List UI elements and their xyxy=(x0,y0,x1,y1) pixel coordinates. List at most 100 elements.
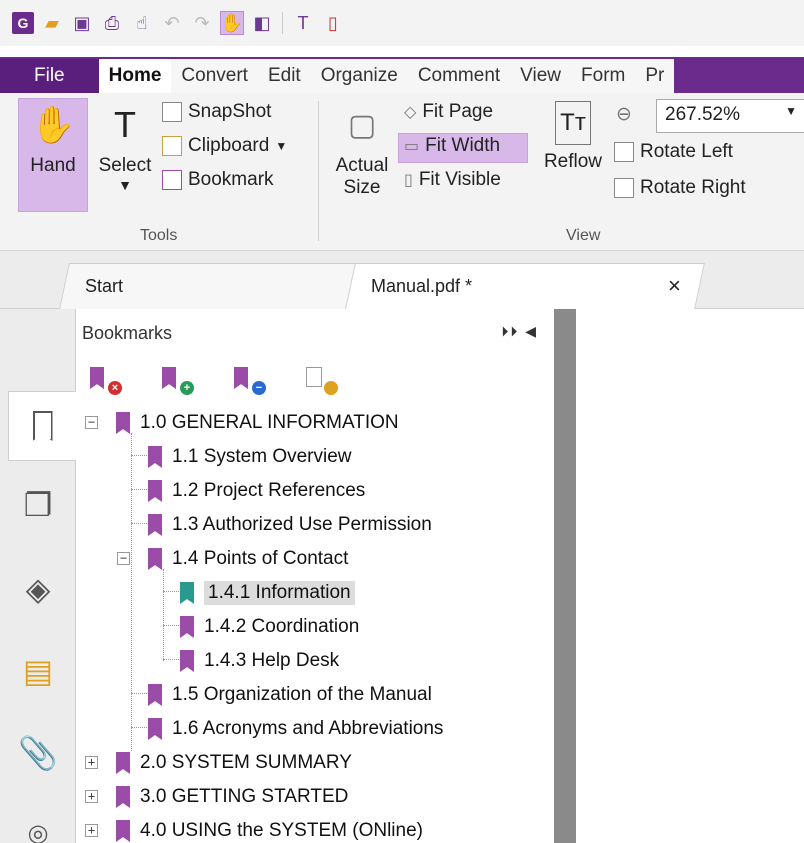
fit-width-button[interactable]: ▭ Fit Width xyxy=(404,135,500,157)
tree-connector xyxy=(163,625,179,626)
tab-edit[interactable]: Edit xyxy=(257,59,311,93)
select-text-icon[interactable]: T xyxy=(291,11,315,35)
undo-icon[interactable]: ↶ xyxy=(160,11,184,35)
pages-panel-icon[interactable]: ❐ xyxy=(14,481,62,529)
hand-dropdown-icon[interactable]: ☝ xyxy=(130,11,154,35)
bookmark-item[interactable]: 1.0 GENERAL INFORMATION xyxy=(116,407,399,439)
select-button[interactable]: T Select ▼ xyxy=(92,101,158,193)
bookmark-label: 1.6 Acronyms and Abbreviations xyxy=(172,718,444,739)
bookmark-item[interactable]: 1.4.2 Coordination xyxy=(180,611,359,643)
bookmark-label: Bookmark xyxy=(188,169,274,190)
zoom-select[interactable]: 267.52% ▼ xyxy=(656,99,804,133)
actual-size-icon: ▢ xyxy=(347,108,377,142)
collapse-toggle[interactable]: − xyxy=(117,552,130,565)
tab-home[interactable]: Home xyxy=(98,59,172,93)
chevron-down-icon: ▼ xyxy=(785,104,797,118)
close-icon[interactable]: × xyxy=(668,264,681,308)
document-view[interactable] xyxy=(576,309,804,843)
tree-connector xyxy=(131,523,147,524)
fit-page-icon: ◇ xyxy=(404,104,417,121)
panel-collapse-controls[interactable]: ⏵⏵ ◀ xyxy=(501,323,538,340)
tree-connector xyxy=(131,433,132,751)
bookmark-item[interactable]: 2.0 SYSTEM SUMMARY xyxy=(116,747,352,779)
tab-manual[interactable]: Manual.pdf * × xyxy=(345,263,705,309)
clipboard-button[interactable]: Clipboard ▼ xyxy=(162,135,287,157)
fit-page-button[interactable]: ◇ Fit Page xyxy=(404,101,493,123)
zoom-value: 267.52% xyxy=(665,104,741,125)
rotate-right-button[interactable]: Rotate Right xyxy=(614,177,746,199)
bookmarks-panel-icon[interactable] xyxy=(8,391,76,461)
fit-visible-label: Fit Visible xyxy=(418,169,501,190)
tab-convert[interactable]: Convert xyxy=(171,59,258,93)
tree-connector xyxy=(131,693,147,694)
bookmark-item[interactable]: 1.6 Acronyms and Abbreviations xyxy=(148,713,443,745)
tab-file[interactable]: File xyxy=(0,59,99,93)
open-folder-icon[interactable]: ▰ xyxy=(40,11,64,35)
tree-connector xyxy=(131,489,147,490)
hand-button[interactable]: ✋ Hand xyxy=(18,101,88,177)
layers-panel-icon[interactable]: ◈ xyxy=(14,565,62,613)
bookmark-icon xyxy=(116,820,130,842)
quick-access-toolbar: G ▰ ▣ ⎙ ☝ ↶ ↷ ✋ ◧ T ▯ xyxy=(0,0,804,46)
tab-organize[interactable]: Organize xyxy=(310,59,408,93)
hand-tool-icon[interactable]: ✋ xyxy=(220,11,244,35)
bookmark-label: 1.5 Organization of the Manual xyxy=(172,684,432,705)
bookmark-item[interactable]: 1.2 Project References xyxy=(148,475,365,507)
bookmark-label: 1.4.2 Coordination xyxy=(204,616,360,637)
new-doc-icon[interactable]: ▯ xyxy=(321,11,345,35)
bookmark-icon xyxy=(162,170,182,190)
expand-toggle[interactable]: + xyxy=(85,824,98,837)
bookmark-item[interactable]: 1.4.3 Help Desk xyxy=(180,645,339,677)
bookmark-item[interactable]: 3.0 GETTING STARTED xyxy=(116,781,348,813)
ribbon-tabs: File Home Convert Edit Organize Comment … xyxy=(0,57,804,93)
reflow-button[interactable]: Tᴛ Reflow xyxy=(536,101,610,173)
bookmark-item-selected[interactable]: 1.4.1 Information xyxy=(180,577,355,609)
bookmark-label: 1.1 System Overview xyxy=(172,446,352,467)
print-icon[interactable]: ⎙ xyxy=(100,11,124,35)
zoom-out-icon: ⊖ xyxy=(616,104,632,125)
bookmark-item[interactable]: 1.5 Organization of the Manual xyxy=(148,679,432,711)
attachments-panel-icon[interactable]: 📎 xyxy=(14,729,62,777)
bookmark-properties-icon[interactable] xyxy=(306,367,338,395)
bookmark-item[interactable]: 1.4 Points of Contact xyxy=(148,543,348,575)
bookmark-label: 4.0 USING the SYSTEM (ONline) xyxy=(140,820,423,841)
bookmark-icon xyxy=(116,786,130,808)
snapshot-button[interactable]: SnapShot xyxy=(162,101,271,123)
bookmark-item[interactable]: 4.0 USING the SYSTEM (ONline) xyxy=(116,815,423,843)
app-logo-icon[interactable]: G xyxy=(12,12,34,34)
delete-bookmark-icon[interactable]: × xyxy=(90,367,122,395)
chevron-down-icon: ▼ xyxy=(275,139,288,153)
reflow-icon: Tᴛ xyxy=(555,101,591,145)
redo-icon[interactable]: ↷ xyxy=(190,11,214,35)
save-icon[interactable]: ▣ xyxy=(70,11,94,35)
bookmark-icon xyxy=(180,650,194,672)
tab-view[interactable]: View xyxy=(510,59,572,93)
view-group-label: View xyxy=(566,227,601,244)
tree-connector xyxy=(131,727,147,728)
fit-visible-button[interactable]: ▯ Fit Visible xyxy=(404,169,501,191)
add-child-bookmark-icon[interactable]: − xyxy=(234,367,266,395)
tab-form[interactable]: Form xyxy=(571,59,636,93)
snapshot-label: SnapShot xyxy=(188,101,272,122)
compare-icon[interactable]: ◧ xyxy=(250,11,274,35)
bookmark-item[interactable]: 1.1 System Overview xyxy=(148,441,352,473)
tab-start[interactable]: Start xyxy=(59,263,359,309)
bookmark-button[interactable]: Bookmark xyxy=(162,169,274,191)
add-bookmark-icon[interactable]: + xyxy=(162,367,194,395)
bookmark-icon xyxy=(180,616,194,638)
rotate-left-icon xyxy=(614,142,634,162)
panel-splitter[interactable] xyxy=(554,309,576,843)
collapse-toggle[interactable]: − xyxy=(85,416,98,429)
tree-connector xyxy=(163,569,164,661)
comments-panel-icon[interactable]: ▤ xyxy=(14,647,62,695)
actual-size-button[interactable]: ▢ Actual Size xyxy=(326,101,398,199)
zoom-out-button[interactable]: ⊖ xyxy=(616,103,632,126)
signatures-panel-icon[interactable]: ◎ xyxy=(14,809,62,843)
bookmark-item[interactable]: 1.3 Authorized Use Permission xyxy=(148,509,432,541)
tab-protect[interactable]: Pr xyxy=(635,59,675,93)
rotate-left-button[interactable]: Rotate Left xyxy=(614,141,733,163)
actual-size-label-2: Size xyxy=(343,177,381,198)
expand-toggle[interactable]: + xyxy=(85,756,98,769)
expand-toggle[interactable]: + xyxy=(85,790,98,803)
tab-comment[interactable]: Comment xyxy=(407,59,511,93)
